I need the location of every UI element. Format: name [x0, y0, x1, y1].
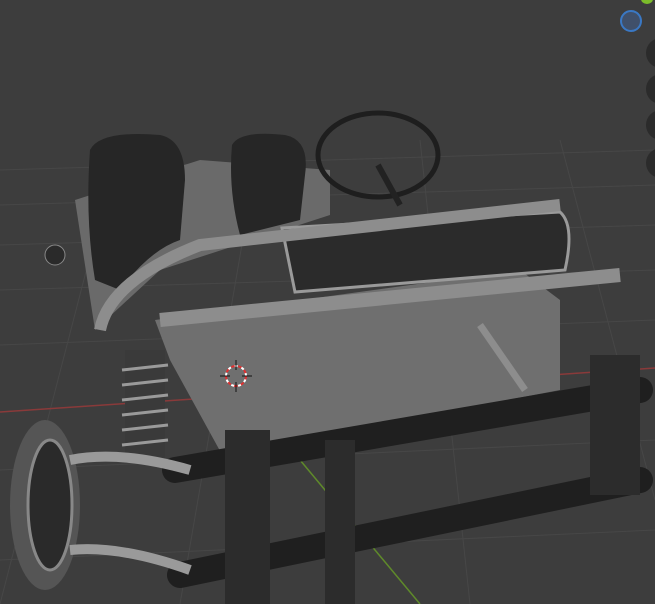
navigation-gizmo-icon[interactable]	[620, 10, 642, 32]
scene	[0, 110, 655, 604]
3d-viewport[interactable]	[0, 0, 655, 604]
buggy-model[interactable]	[10, 110, 653, 604]
